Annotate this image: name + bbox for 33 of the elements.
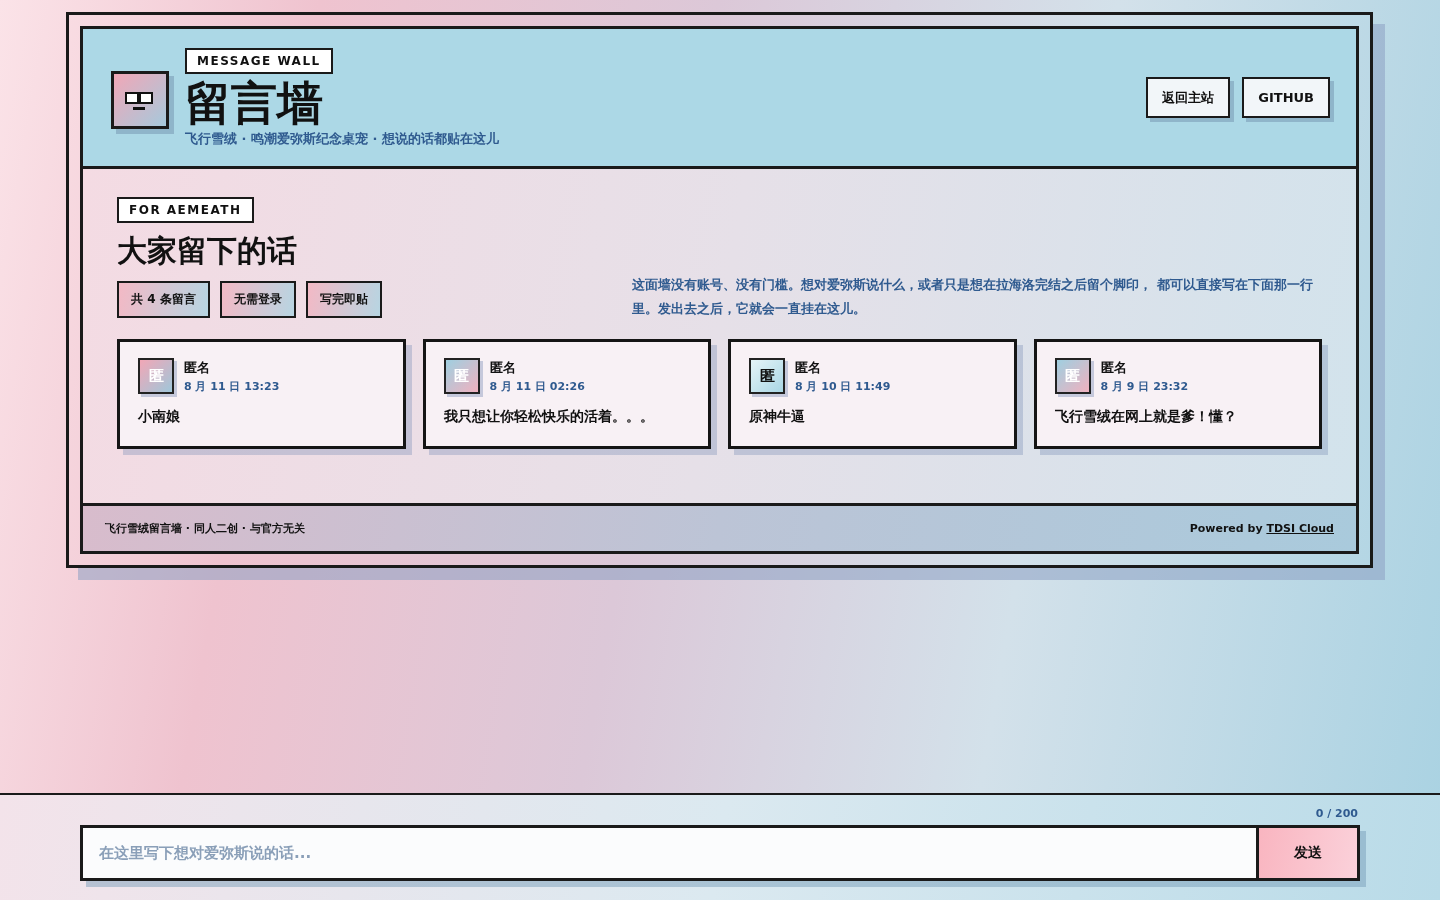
author-name: 匿名 [489, 358, 517, 377]
nav-button[interactable]: GITHUB [1242, 77, 1330, 118]
message-time: 8 月 11 日 02:26 [489, 378, 585, 394]
char-counter: 0 / 200 [1315, 807, 1358, 820]
avatar: 匿 [138, 358, 174, 394]
description: 这面墙没有账号、没有门槛。想对爱弥斯说什么，或者只是想在拉海洛完结之后留个脚印， 都可以直接写在下面那一行里。发出去之后，它就会一直挂在这儿。 [632, 276, 1314, 318]
footer-note: 飞行雪绒留言墙 · 同人二创 · 与官方无关 [105, 521, 305, 536]
send-button[interactable]: 发送 [1256, 828, 1357, 878]
logo-icon [111, 70, 169, 129]
message-time: 8 月 10 日 11:49 [795, 378, 891, 394]
cloud-link[interactable]: TDSI Cloud [1266, 522, 1334, 535]
info-chip: 无需登录 [219, 281, 296, 318]
nav-button[interactable]: 返回主站 [1146, 77, 1231, 118]
message-text: 我只想让你轻松快乐的活着。。。 [443, 408, 655, 426]
author-name: 匿名 [184, 358, 211, 377]
avatar: 匿 [443, 358, 480, 394]
message-time: 8 月 9 日 23:32 [1100, 378, 1189, 394]
author-name: 匿名 [795, 358, 822, 377]
info-chip: 写完即贴 [305, 281, 382, 318]
section-tag: FOR AEMEATH [117, 197, 254, 223]
message-time: 8 月 11 日 13:23 [184, 378, 280, 394]
powered-by: Powered by TDSI Cloud [1189, 522, 1334, 535]
message-text: 小南娘 [138, 408, 181, 426]
avatar: 匿 [749, 358, 785, 394]
avatar: 匿 [1054, 358, 1091, 394]
wall-heading: 大家留下的话 [117, 232, 297, 270]
message-text: 原神牛逼 [749, 408, 806, 426]
subtitle: 飞行雪绒 · 鸣潮爱弥斯纪念桌宠 · 想说的话都贴在这儿 [185, 129, 499, 148]
info-chip: 共 4 条留言 [117, 281, 210, 318]
message-text: 飞行雪绒在网上就是爹！懂？ [1054, 408, 1238, 426]
page-title: 留言墙 [185, 75, 323, 130]
author-name: 匿名 [1100, 358, 1128, 377]
section-tag: MESSAGE WALL [185, 47, 333, 74]
